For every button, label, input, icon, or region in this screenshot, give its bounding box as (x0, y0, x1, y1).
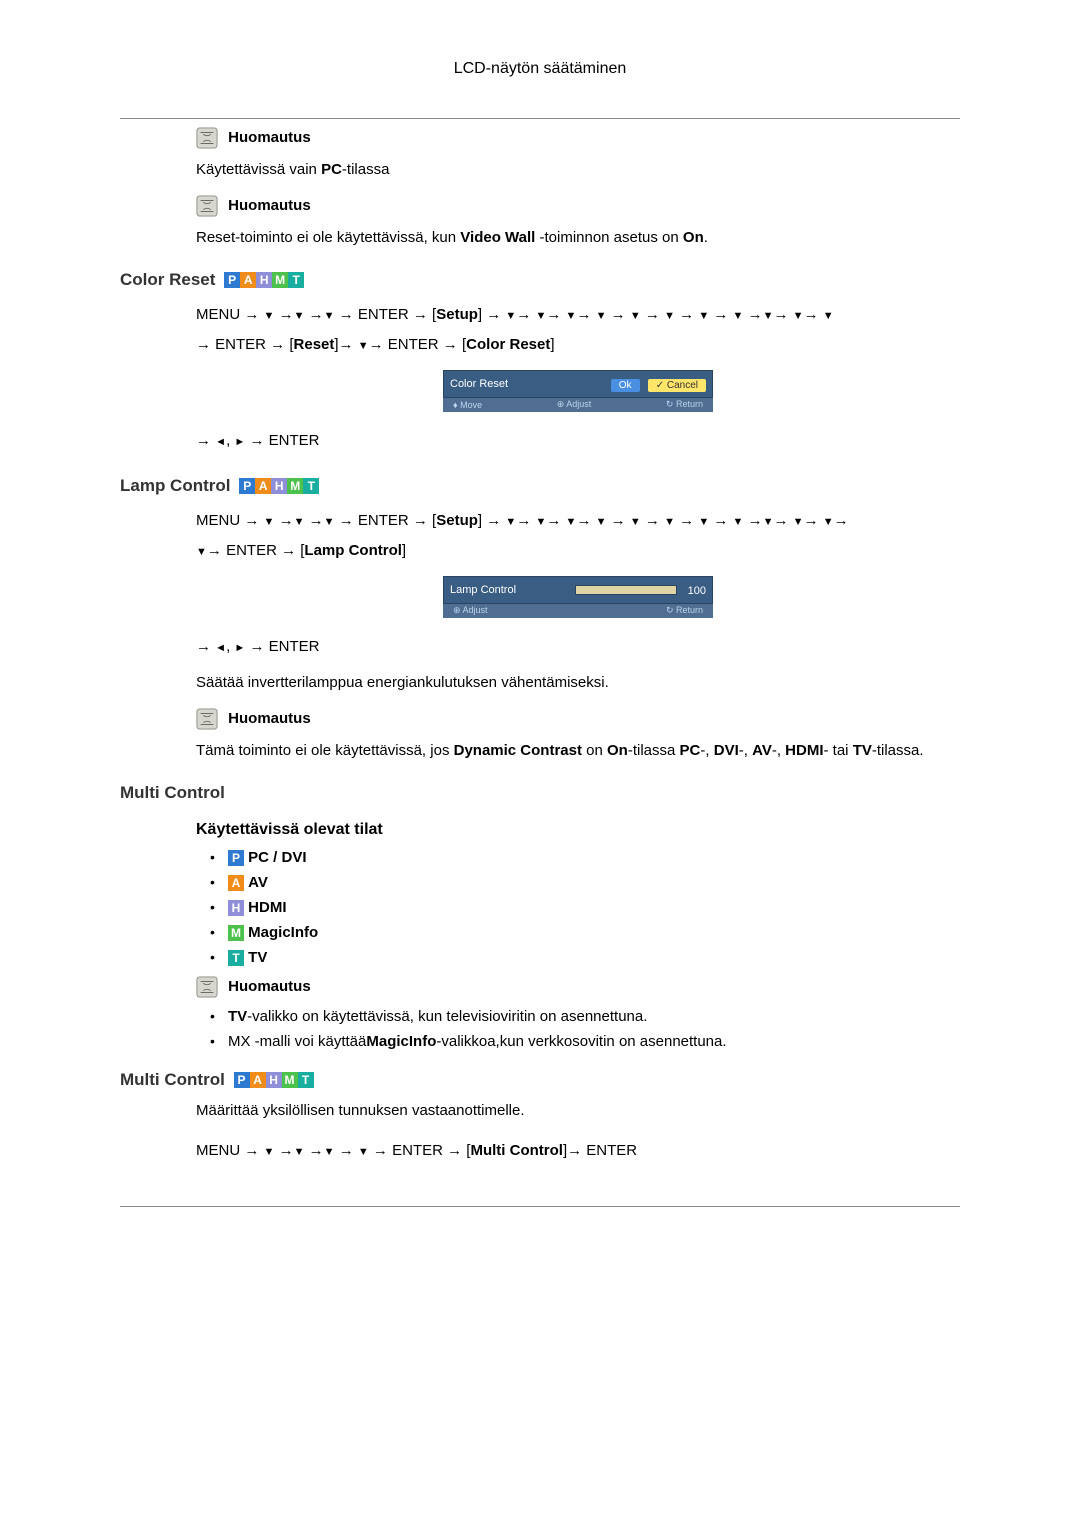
osd-label: Color Reset (450, 378, 508, 390)
badge-m-icon: M (228, 925, 244, 941)
note-text: Käytettävissä vain PC-tilassa (196, 159, 960, 182)
mode-list: P PC / DVI A AV H HDMI M MagicInfo T TV (196, 849, 960, 966)
badge-h-icon: H (228, 900, 244, 916)
color-reset-osd: Color Reset Ok ✓ Cancel ♦ Move ⊕ Adjust … (443, 370, 713, 412)
color-reset-nav-tail: → , → ENTER (196, 426, 960, 456)
badge-a-icon: A (228, 875, 244, 891)
note-icon (196, 976, 218, 998)
osd-adjust-label: ⊕ Adjust (453, 605, 488, 616)
multi-note-list: TV-valikko on käytettävissä, kun televis… (196, 1008, 960, 1050)
badge-t-icon: T (288, 272, 304, 288)
badge-a-icon: A (255, 478, 271, 494)
lamp-control-osd: Lamp Control 100 ⊕ Adjust ↻ Return (443, 576, 713, 618)
badge-m-icon: M (282, 1072, 298, 1088)
osd-value: 100 (688, 585, 706, 597)
list-item: MX -malli voi käyttääMagicInfo-valikkoa,… (210, 1033, 960, 1050)
badge-t-icon: T (303, 478, 319, 494)
multi-note-block: Huomautus (196, 976, 960, 998)
note-label: Huomautus (228, 197, 311, 214)
multi-control-2-title: Multi Control PAHMT (120, 1070, 960, 1090)
osd-slider (575, 585, 677, 595)
lamp-control-desc: Säätää invertterilamppua energiankulutuk… (196, 672, 960, 695)
note-block: Huomautus (196, 127, 960, 149)
badge-p-icon: P (234, 1072, 250, 1088)
list-item: TV-valikko on käytettävissä, kun televis… (210, 1008, 960, 1025)
osd-ok-button: Ok (611, 379, 640, 392)
note-label: Huomautus (228, 977, 311, 994)
note-icon (196, 195, 218, 217)
osd-return-label: ↻ Return (666, 605, 703, 616)
badge-h-icon: H (266, 1072, 282, 1088)
badge-p-icon: P (239, 478, 255, 494)
page-title: LCD-näytön säätäminen (454, 60, 627, 77)
note-icon (196, 127, 218, 149)
lamp-control-nav-tail: → , → ENTER (196, 632, 960, 662)
list-item: P PC / DVI (210, 849, 960, 866)
multi-control-subtitle: Käytettävissä olevat tilat (196, 821, 960, 839)
osd-cancel-button: ✓ Cancel (648, 379, 706, 392)
page-header: LCD-näytön säätäminen (120, 60, 960, 78)
list-item: A AV (210, 874, 960, 891)
list-item: M MagicInfo (210, 924, 960, 941)
badge-t-icon: T (298, 1072, 314, 1088)
note-text-2: Reset-toiminto ei ole käytettävissä, kun… (196, 227, 960, 250)
lamp-note-text: Tämä toiminto ei ole käytettävissä, jos … (196, 740, 960, 763)
color-reset-title: Color Reset PAHMT (120, 270, 960, 290)
note-label: Huomautus (228, 128, 311, 145)
osd-return-label: ↻ Return (666, 399, 703, 410)
list-item: T TV (210, 949, 960, 966)
footer-rule (120, 1206, 960, 1207)
list-item: H HDMI (210, 899, 960, 916)
badge-m-icon: M (272, 272, 288, 288)
color-reset-nav: MENU → → → → ENTER → [Setup] → → → → → →… (196, 300, 960, 360)
badge-h-icon: H (256, 272, 272, 288)
osd-move-label: ♦ Move (453, 400, 482, 410)
badge-p-icon: P (228, 850, 244, 866)
osd-adjust-label: ⊕ Adjust (557, 399, 592, 410)
lamp-note-block: Huomautus (196, 708, 960, 730)
multi-control-nav: MENU → → → → → ENTER → [Multi Control]→ … (196, 1136, 960, 1166)
multi-control-desc: Määrittää yksilöllisen tunnuksen vastaan… (196, 1100, 960, 1123)
badge-a-icon: A (250, 1072, 266, 1088)
note-label: Huomautus (228, 710, 311, 727)
badge-a-icon: A (240, 272, 256, 288)
note-icon (196, 708, 218, 730)
lamp-control-nav: MENU → → → → ENTER → [Setup] → → → → → →… (196, 506, 960, 566)
header-rule (120, 118, 960, 119)
badge-h-icon: H (271, 478, 287, 494)
badge-p-icon: P (224, 272, 240, 288)
osd-label: Lamp Control (450, 584, 516, 596)
note-block-2: Huomautus (196, 195, 960, 217)
badge-m-icon: M (287, 478, 303, 494)
lamp-control-title: Lamp Control PAHMT (120, 476, 960, 496)
badge-t-icon: T (228, 950, 244, 966)
multi-control-title: Multi Control (120, 783, 960, 803)
